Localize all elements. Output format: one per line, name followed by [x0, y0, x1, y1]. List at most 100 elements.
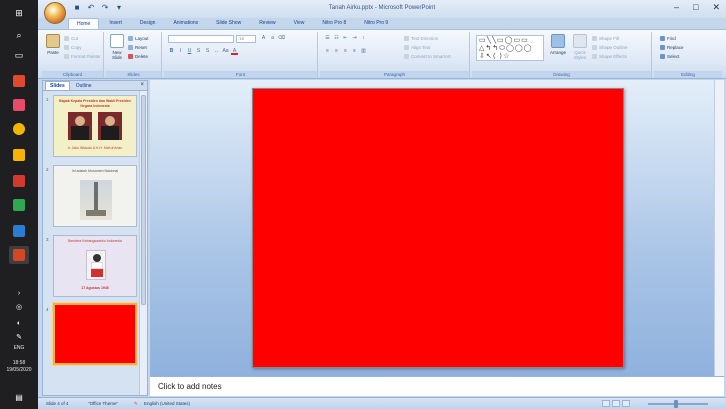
paste-button[interactable]: Paste [44, 34, 62, 55]
current-slide-canvas[interactable] [252, 88, 624, 368]
taskbar-app-1[interactable] [9, 72, 29, 90]
clock-time[interactable]: 18:58 [0, 360, 38, 367]
tab-slide-show[interactable]: Slide Show [208, 18, 249, 29]
align-right-icon[interactable]: ≡ [342, 48, 349, 55]
slides-group-label: Slides [106, 71, 161, 78]
slide-thumbnail-3[interactable]: Bendera Kebangsaanku Indonesia 17 Agustu… [53, 235, 137, 297]
quick-styles-button[interactable]: Quick Styles [570, 34, 590, 60]
shape-effects-button[interactable]: Shape Effects [592, 53, 627, 60]
align-left-icon[interactable]: ≡ [324, 48, 331, 55]
new-slide-button[interactable]: New Slide [108, 34, 126, 60]
notifications-icon[interactable]: ▤ [9, 388, 29, 406]
numbering-icon[interactable]: ☷ [333, 35, 340, 42]
shrink-font-icon[interactable]: a [269, 35, 276, 42]
bold-icon[interactable]: B [168, 48, 175, 55]
tab-review[interactable]: Review [251, 18, 283, 29]
slide-thumbnail-4[interactable] [53, 303, 137, 365]
shape-fill-button[interactable]: Shape Fill [592, 35, 619, 42]
main-vertical-scrollbar[interactable] [714, 80, 724, 376]
slide-sorter-view-icon[interactable] [612, 400, 620, 407]
search-icon[interactable]: ⌕ [9, 26, 29, 44]
drawing-group: ▭╲╲▭◯▭▭ △↰↰⬭◯◯◯ ⇩↖⟨ ⟩☆ Arrange Quick Style… [472, 32, 652, 78]
spellcheck-icon[interactable]: ✎ [134, 401, 138, 407]
strikethrough-icon[interactable]: S [195, 48, 202, 55]
line-spacing-icon[interactable]: ↕ [360, 35, 367, 42]
taskbar-app-7[interactable] [9, 222, 29, 240]
select-button[interactable]: Select [660, 53, 680, 60]
close-button[interactable]: ✕ [712, 2, 720, 13]
taskbar-app-4[interactable] [9, 146, 29, 164]
tab-nitro-pro-9[interactable]: Nitro Pro 9 [356, 18, 396, 29]
align-center-icon[interactable]: ≡ [333, 48, 340, 55]
notes-pane[interactable]: Click to add notes [150, 376, 724, 396]
text-direction-button[interactable]: Text Direction [404, 35, 438, 42]
bullets-icon[interactable]: ☰ [324, 35, 331, 42]
slideshow-view-icon[interactable] [622, 400, 630, 407]
convert-smartart-button[interactable]: Convert to SmartArt [404, 53, 451, 60]
slide-thumbnail-1[interactable]: Bapak Kepala Presiden dan Wakil Presiden… [53, 95, 137, 157]
find-button[interactable]: Find [660, 35, 676, 42]
windows-start-icon[interactable]: ⊞ [9, 4, 29, 22]
delete-slide-button[interactable]: Delete [128, 53, 148, 60]
scrollbar-thumb[interactable] [141, 95, 146, 305]
arrange-button[interactable]: Arrange [548, 34, 568, 55]
tab-home[interactable]: Home [68, 18, 100, 29]
increase-indent-icon[interactable]: ⇥ [351, 35, 358, 42]
decrease-indent-icon[interactable]: ⇤ [342, 35, 349, 42]
clock-date[interactable]: 19/05/2020 [0, 367, 38, 374]
chrome-icon[interactable] [9, 120, 29, 138]
underline-icon[interactable]: U [186, 48, 193, 55]
copy-button[interactable]: Copy [64, 44, 82, 51]
scissors-icon [64, 36, 69, 41]
font-name-combo[interactable] [168, 35, 234, 43]
layout-button[interactable]: Layout [128, 35, 149, 42]
language-indicator[interactable]: ENG [0, 345, 38, 352]
task-view-icon[interactable]: ▭ [9, 46, 29, 64]
slides-pane-scrollbar[interactable] [139, 91, 147, 395]
format-painter-button[interactable]: Format Painter [64, 53, 101, 60]
replace-button[interactable]: Replace [660, 44, 684, 51]
italic-icon[interactable]: I [177, 48, 184, 55]
slide-thumbnail-2[interactable]: Ini adalah Monumen Nasional [53, 165, 137, 227]
columns-icon[interactable]: ▥ [360, 48, 367, 55]
tab-slides[interactable]: Slides [45, 81, 70, 90]
change-case-icon[interactable]: Aa [222, 48, 229, 55]
powerpoint-taskbar-icon[interactable] [9, 246, 29, 264]
clear-format-icon[interactable]: ⌫ [278, 35, 285, 42]
shapes-gallery[interactable]: ▭╲╲▭◯▭▭ △↰↰⬭◯◯◯ ⇩↖⟨ ⟩☆ [476, 35, 544, 61]
shape-effects-label: Shape Effects [599, 54, 627, 59]
tab-view[interactable]: View [286, 18, 313, 29]
font-size-combo[interactable]: 18 [236, 35, 256, 43]
tab-insert[interactable]: Insert [101, 18, 130, 29]
reset-button[interactable]: Reset [128, 44, 147, 51]
taskbar-app-5[interactable] [9, 172, 29, 190]
tab-nitro-pro-8[interactable]: Nitro Pro 8 [314, 18, 354, 29]
tab-outline[interactable]: Outline [72, 82, 96, 90]
tab-animations[interactable]: Animations [165, 18, 206, 29]
slide-2-title: Ini adalah Monumen Nasional [71, 169, 119, 173]
char-spacing-icon[interactable]: ↔ [213, 48, 220, 55]
pane-close-icon[interactable]: × [140, 82, 144, 88]
taskbar-app-2[interactable] [9, 96, 29, 114]
align-text-button[interactable]: Align Text [404, 44, 430, 51]
taskbar-app-6[interactable] [9, 196, 29, 214]
minimize-button[interactable]: – [674, 2, 679, 13]
pen-icon[interactable]: ✎ [9, 328, 29, 346]
format-painter-label: Format Painter [71, 54, 101, 59]
zoom-slider[interactable] [648, 400, 708, 408]
flag-bearer-image [86, 250, 106, 280]
normal-view-icon[interactable] [602, 400, 610, 407]
font-color-icon[interactable]: A [231, 48, 238, 55]
zoom-slider-knob[interactable] [674, 400, 678, 408]
maximize-button[interactable]: □ [693, 2, 698, 13]
shape-outline-button[interactable]: Shape Outline [592, 44, 628, 51]
office-button[interactable] [44, 2, 66, 24]
justify-icon[interactable]: ≡ [351, 48, 358, 55]
cut-button[interactable]: Cut [64, 35, 78, 42]
language-status[interactable]: English (United States) [144, 401, 190, 406]
tab-design[interactable]: Design [132, 18, 164, 29]
slide-number-3: 3 [46, 237, 49, 242]
shadow-icon[interactable]: S [204, 48, 211, 55]
notes-placeholder[interactable]: Click to add notes [158, 382, 222, 391]
grow-font-icon[interactable]: A [260, 35, 267, 42]
